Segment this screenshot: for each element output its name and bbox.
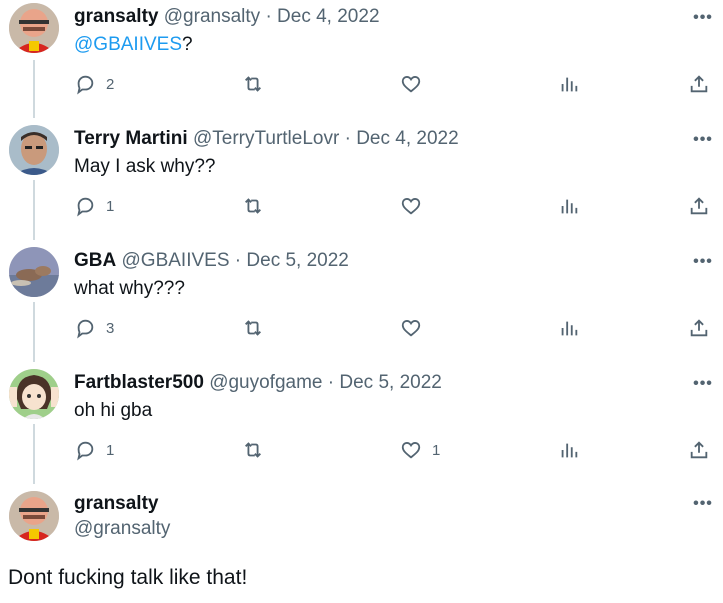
reply-tweet[interactable]: Terry Martini @TerryTurtleLovr · Dec 4, …: [0, 122, 723, 242]
main-tweet-text: Dont fucking talk like that!: [8, 566, 248, 589]
share-button[interactable]: [688, 193, 710, 219]
avatar[interactable]: [9, 491, 59, 541]
views-button[interactable]: [558, 71, 580, 97]
views-icon: [561, 77, 578, 92]
tweet-header: gransalty: [74, 492, 158, 516]
reply-button[interactable]: 2: [74, 71, 114, 97]
retweet-icon: [245, 320, 261, 336]
more-icon[interactable]: •••: [691, 376, 715, 398]
reply-icon: [77, 75, 94, 95]
views-icon: [561, 199, 578, 214]
avatar[interactable]: [9, 247, 59, 297]
retweet-button[interactable]: [242, 315, 264, 341]
tweet-header: gransalty @gransalty · Dec 4, 2022: [74, 5, 380, 29]
reply-button[interactable]: 1: [74, 437, 114, 463]
tweet-header: Fartblaster500 @guyofgame · Dec 5, 2022: [74, 371, 442, 395]
retweet-icon: [245, 198, 261, 214]
tweet-text: oh hi gba: [74, 400, 153, 421]
handle[interactable]: @gransalty: [74, 518, 170, 540]
reply-button[interactable]: 3: [74, 315, 114, 341]
action-bar: 1 1: [74, 437, 714, 463]
views-button[interactable]: [558, 315, 580, 341]
separator: ·: [265, 6, 272, 27]
display-name[interactable]: gransalty: [74, 493, 158, 514]
retweet-icon: [245, 442, 261, 458]
like-icon: [401, 442, 421, 459]
more-icon[interactable]: •••: [691, 254, 715, 276]
like-button[interactable]: [400, 315, 432, 341]
share-button[interactable]: [688, 437, 710, 463]
reply-count: 3: [106, 319, 115, 337]
tweet-header: GBA @GBAIIVES · Dec 5, 2022: [74, 249, 349, 273]
like-icon: [401, 198, 421, 215]
timestamp[interactable]: Dec 4, 2022: [356, 128, 458, 149]
avatar[interactable]: [9, 369, 59, 419]
handle[interactable]: @GBAIIVES: [122, 250, 230, 271]
reply-button[interactable]: 1: [74, 193, 114, 219]
more-icon[interactable]: •••: [691, 496, 715, 518]
action-bar: 3: [74, 315, 714, 341]
tweet-header: Terry Martini @TerryTurtleLovr · Dec 4, …: [74, 127, 459, 151]
reply-tweet[interactable]: gransalty @gransalty · Dec 4, 2022 ••• @…: [0, 0, 723, 120]
timestamp[interactable]: Dec 5, 2022: [339, 372, 441, 393]
avatar[interactable]: [9, 125, 59, 175]
like-count: 1: [432, 441, 441, 459]
views-icon: [561, 443, 578, 458]
action-bar: 2: [74, 71, 714, 97]
display-name[interactable]: gransalty: [74, 6, 158, 27]
avatar[interactable]: [9, 3, 59, 53]
separator: ·: [344, 128, 351, 149]
share-icon: [690, 197, 708, 215]
reply-icon: [77, 319, 94, 339]
more-icon[interactable]: •••: [691, 10, 715, 32]
retweet-button[interactable]: [242, 71, 264, 97]
share-button[interactable]: [688, 315, 710, 341]
reply-tweet[interactable]: Fartblaster500 @guyofgame · Dec 5, 2022 …: [0, 366, 723, 486]
reply-count: 1: [106, 197, 115, 215]
tweet-text: what why???: [74, 278, 185, 299]
reply-tweet[interactable]: GBA @GBAIIVES · Dec 5, 2022 ••• what why…: [0, 244, 723, 364]
like-button[interactable]: [400, 71, 432, 97]
reply-count: 1: [106, 441, 115, 459]
share-button[interactable]: [688, 71, 710, 97]
like-button[interactable]: 1: [400, 437, 440, 463]
views-button[interactable]: [558, 193, 580, 219]
handle[interactable]: @TerryTurtleLovr: [193, 128, 339, 149]
like-icon: [401, 76, 421, 93]
timestamp[interactable]: Dec 5, 2022: [246, 250, 348, 271]
display-name[interactable]: GBA: [74, 250, 116, 271]
reply-count: 2: [106, 75, 115, 93]
share-icon: [690, 441, 708, 459]
mention-link[interactable]: @GBAIIVES: [74, 34, 182, 55]
retweet-icon: [245, 76, 261, 92]
views-button[interactable]: [558, 437, 580, 463]
handle[interactable]: @gransalty: [164, 6, 260, 27]
timestamp[interactable]: Dec 4, 2022: [277, 6, 379, 27]
tweet-text: May I ask why??: [74, 156, 216, 177]
more-icon[interactable]: •••: [691, 132, 715, 154]
display-name[interactable]: Terry Martini: [74, 128, 188, 149]
display-name[interactable]: Fartblaster500: [74, 372, 204, 393]
like-icon: [401, 320, 421, 337]
share-icon: [690, 75, 708, 93]
tweet-text: @GBAIIVES?: [74, 33, 193, 57]
reply-icon: [77, 441, 94, 461]
tweet-text-rest: ?: [182, 34, 193, 55]
handle[interactable]: @guyofgame: [209, 372, 322, 393]
separator: ·: [234, 250, 242, 271]
reply-icon: [77, 197, 94, 217]
retweet-button[interactable]: [242, 437, 264, 463]
separator: ·: [327, 372, 335, 393]
retweet-button[interactable]: [242, 193, 264, 219]
views-icon: [561, 321, 578, 336]
share-icon: [690, 319, 708, 337]
like-button[interactable]: [400, 193, 432, 219]
action-bar: 1: [74, 193, 714, 219]
